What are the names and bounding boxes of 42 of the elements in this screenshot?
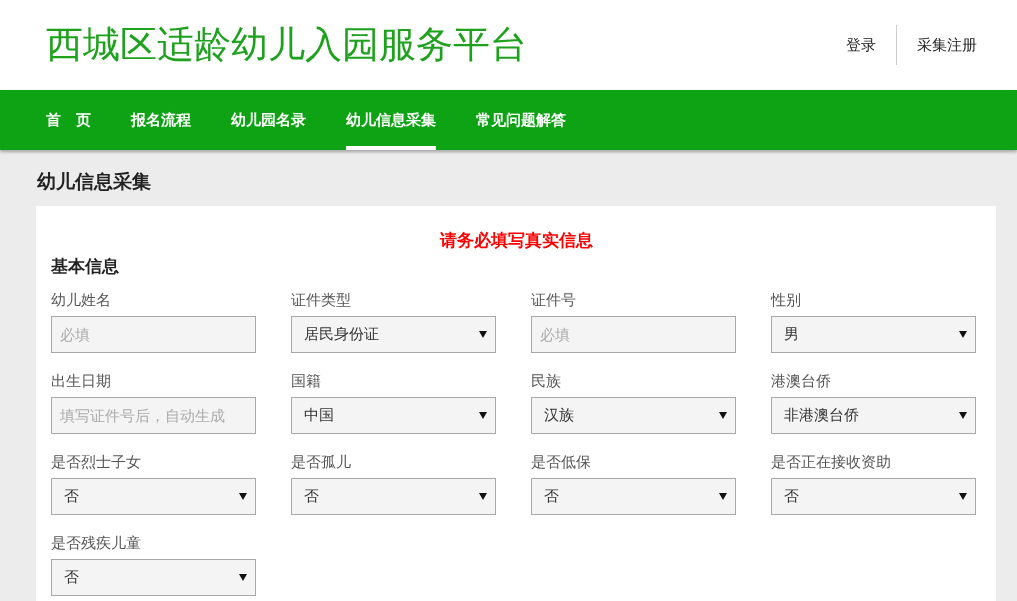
field-label: 证件号	[531, 290, 577, 310]
text-field[interactable]: 必填	[51, 316, 256, 353]
caret-down-icon	[719, 412, 727, 419]
select-field[interactable]: 否	[291, 478, 496, 515]
select-field[interactable]: 非港澳台侨	[771, 397, 976, 434]
caret-down-icon	[239, 574, 247, 581]
select-field[interactable]: 否	[531, 478, 736, 515]
text-field[interactable]: 填写证件号后，自动生成	[51, 397, 256, 434]
field-label: 是否正在接收资助	[771, 452, 892, 472]
select-field[interactable]: 中国	[291, 397, 496, 434]
caret-down-icon	[959, 412, 967, 419]
header-link[interactable]: 登录	[846, 33, 876, 57]
field-label: 是否烈士子女	[51, 452, 142, 472]
select-field[interactable]: 否	[51, 559, 256, 596]
field-label: 国籍	[291, 371, 322, 391]
caret-down-icon	[239, 493, 247, 500]
caret-down-icon	[959, 331, 967, 338]
caret-down-icon	[479, 493, 487, 500]
header-link[interactable]: 采集注册	[917, 33, 977, 57]
notice-text: 请务必填写真实信息	[438, 230, 594, 252]
field-label: 是否低保	[531, 452, 592, 472]
caret-down-icon	[479, 412, 487, 419]
field-label: 是否孤儿	[291, 452, 352, 472]
text-field[interactable]: 必填	[531, 316, 736, 353]
field-label: 民族	[531, 371, 562, 391]
select-field[interactable]: 否	[771, 478, 976, 515]
caret-down-icon	[479, 331, 487, 338]
select-field[interactable]: 男	[771, 316, 976, 353]
site-title: 西城区适龄幼儿入园服务平台	[46, 23, 527, 68]
field-label: 出生日期	[51, 371, 112, 391]
caret-down-icon	[719, 493, 727, 500]
field-label: 是否残疾儿童	[51, 533, 142, 553]
field-label: 证件类型	[291, 290, 352, 310]
page-title: 幼儿信息采集	[36, 170, 152, 194]
caret-down-icon	[959, 493, 967, 500]
field-label: 性别	[771, 290, 802, 310]
field-label: 港澳台侨	[771, 371, 832, 391]
field-label: 幼儿姓名	[51, 290, 112, 310]
select-field[interactable]: 否	[51, 478, 256, 515]
section-title: 基本信息	[51, 256, 120, 278]
select-field[interactable]: 居民身份证	[291, 316, 496, 353]
select-field[interactable]: 汉族	[531, 397, 736, 434]
